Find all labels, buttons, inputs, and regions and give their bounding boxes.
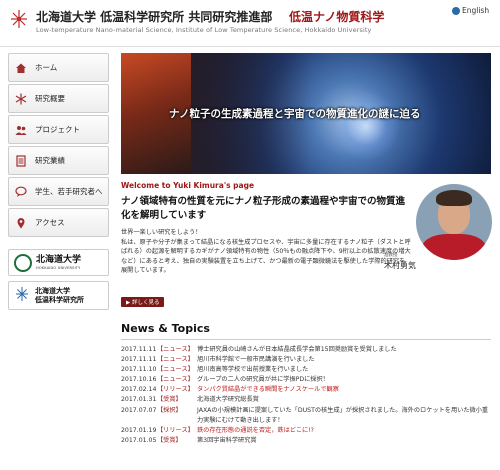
news-category: 【採択】	[157, 406, 182, 414]
university-name[interactable]: 北海道大学 低温科学研究所 共同研究推進部	[36, 8, 272, 25]
sidebar-item-access[interactable]: アクセス	[8, 208, 109, 237]
person-role: 准教授	[384, 253, 398, 258]
news-item[interactable]: 2017.01.19 【リリース】 鉄の存在形態の通説を否定，鉄はどこに!?	[121, 426, 493, 436]
sidebar-item-research-overview[interactable]: 研究概要	[8, 84, 109, 113]
news-item[interactable]: 2017.07.07 【採択】 JAXAの小規模計画に提案していた「DUSTの核…	[121, 406, 493, 426]
header-divider	[0, 46, 500, 47]
chat-bubble-icon	[15, 186, 27, 198]
news-category: 【ニュース】	[157, 356, 194, 364]
person-name: 木村勇気	[384, 261, 416, 270]
news-date: 2017.11.11	[121, 356, 157, 364]
news-date: 2017.07.07	[121, 406, 157, 414]
hero-nanoparticle-glow	[331, 91, 401, 161]
hokkaido-banner-subtitle: HOKKAIDO UNIVERSITY	[36, 265, 81, 270]
professor-portrait	[416, 184, 492, 260]
research-description: 世界一楽しい研究をしよう！ 私は、原子や分子が集まって結晶になる核生成プロセスや…	[121, 228, 411, 276]
read-more-button[interactable]: ▶ 詳しく見る	[121, 297, 165, 307]
news-category: 【受賞】	[157, 396, 182, 404]
news-item[interactable]: 2017.11.10 【ニュース】 旭川南高等学校で出前授業を行いました	[121, 365, 493, 375]
sidebar-item-publications[interactable]: 研究業績	[8, 146, 109, 175]
ilts-logo-icon	[16, 286, 28, 301]
research-headline: ナノ領域特有の性質を元にナノ粒子形成の素過程や宇宙での物質進化を解明しています	[121, 196, 406, 221]
news-text[interactable]: 鉄の存在形態の通説を否定，鉄はどこに!?	[197, 426, 314, 436]
news-text[interactable]: タンパク質結晶ができる瞬間をナノスケールで観察	[197, 385, 339, 395]
news-category: 【リリース】	[157, 386, 194, 394]
news-text[interactable]: 北海道大学研究総長賞	[197, 395, 259, 405]
sidebar-item-project[interactable]: プロジェクト	[8, 115, 109, 144]
sidebar-item-students[interactable]: 学生、若手研究者へ	[8, 177, 109, 206]
news-text[interactable]: 第3回宇宙科学研究賞	[197, 436, 257, 446]
sidebar-nav: ホーム 研究概要 プロジェクト 研究業績 学生、若手研究者へ アクセス 北海道大…	[8, 53, 109, 310]
news-text[interactable]: JAXAの小規模計画に提案していた「DUSTの核生成」が採択されました。海外のロ…	[197, 406, 489, 426]
portrait-hair	[436, 190, 472, 206]
news-item[interactable]: 2017.01.05 【受賞】 第3回宇宙科学研究賞	[121, 436, 493, 446]
globe-icon	[452, 6, 460, 15]
group-icon	[15, 124, 27, 136]
section-title[interactable]: 低温ナノ物質科学	[289, 8, 384, 25]
hokkaido-banner-title: 北海道大学	[36, 254, 82, 265]
sidebar-item-label: アクセス	[35, 218, 65, 227]
home-icon	[15, 62, 27, 74]
news-date: 2017.01.31	[121, 396, 157, 404]
news-text[interactable]: 博士研究員の山崎さんが日本結晶成長学会第15回奨励賞を受賞しました	[197, 345, 397, 355]
sidebar-item-label: 学生、若手研究者へ	[35, 187, 103, 196]
document-icon	[15, 154, 27, 167]
news-text[interactable]: 旭川市科学館で一般市民講演を行いました	[197, 355, 315, 365]
language-switch-link[interactable]: English	[452, 6, 489, 15]
ilts-logo-icon[interactable]	[8, 8, 30, 38]
sidebar-item-label: ホーム	[35, 63, 58, 72]
news-text[interactable]: グループの二人の研究員が共に学振PDに採択！	[197, 375, 329, 385]
portrait-shirt	[422, 234, 486, 260]
news-category: 【ニュース】	[157, 366, 194, 374]
ilts-banner[interactable]: 北海道大学 低温科学研究所	[8, 281, 109, 310]
news-date: 2017.11.10	[121, 366, 157, 374]
news-date: 2017.02.14	[121, 386, 157, 394]
ilts-banner-line1: 北海道大学	[35, 287, 70, 296]
news-item[interactable]: 2017.10.16 【ニュース】 グループの二人の研究員が共に学振PDに採択！	[121, 375, 493, 385]
news-item[interactable]: 2017.11.11 【ニュース】 博士研究員の山崎さんが日本結晶成長学会第15…	[121, 345, 493, 355]
site-header: 北海道大学 低温科学研究所 共同研究推進部 低温ナノ物質科学 Low-tempe…	[0, 0, 500, 44]
sidebar-item-label: プロジェクト	[35, 125, 80, 134]
sidebar-item-home[interactable]: ホーム	[8, 53, 109, 82]
news-section-title: News & Topics	[121, 322, 210, 335]
news-item[interactable]: 2017.01.31 【受賞】 北海道大学研究総長賞	[121, 395, 493, 405]
research-description-paragraph: 私は、原子や分子が集まって結晶になる核生成プロセスや、宇宙に多量に存在するナノ粒…	[121, 238, 411, 275]
welcome-heading: Welcome to Yuki Kimura's page	[121, 181, 255, 190]
snowflake-icon	[15, 93, 27, 105]
news-date: 2017.01.05	[121, 436, 157, 444]
header-subtitle: Low-temperature Nano-material Science, I…	[36, 26, 372, 34]
news-category: 【ニュース】	[157, 376, 194, 384]
news-text[interactable]: 旭川南高等学校で出前授業を行いました	[197, 365, 308, 375]
hero-caption: ナノ粒子の生成素過程と宇宙での物質進化の謎に迫る	[169, 108, 421, 120]
research-description-line: 世界一楽しい研究をしよう！	[121, 229, 202, 236]
news-category: 【リリース】	[157, 426, 194, 434]
news-date: 2017.01.19	[121, 426, 157, 434]
news-divider	[121, 339, 491, 340]
hero-banner: ナノ粒子の生成素過程と宇宙での物質進化の謎に迫る	[121, 53, 491, 174]
news-item[interactable]: 2017.02.14 【リリース】 タンパク質結晶ができる瞬間をナノスケールで観…	[121, 385, 493, 395]
news-category: 【ニュース】	[157, 346, 194, 353]
language-switch-label: English	[462, 6, 490, 15]
sidebar-item-label: 研究概要	[35, 94, 65, 103]
news-date: 2017.11.11	[121, 346, 157, 353]
map-pin-icon	[15, 217, 27, 229]
sidebar-item-label: 研究業績	[35, 156, 65, 165]
news-date: 2017.10.16	[121, 376, 157, 384]
hokkaido-university-banner[interactable]: 北海道大学 HOKKAIDO UNIVERSITY	[8, 249, 109, 276]
news-item[interactable]: 2017.11.11 【ニュース】 旭川市科学館で一般市民講演を行いました	[121, 355, 493, 365]
ilts-banner-line2: 低温科学研究所	[35, 295, 84, 304]
news-list: 2017.11.11 【ニュース】 博士研究員の山崎さんが日本結晶成長学会第15…	[121, 345, 493, 446]
news-category: 【受賞】	[157, 436, 182, 444]
hokkaido-university-emblem-icon	[14, 253, 32, 272]
